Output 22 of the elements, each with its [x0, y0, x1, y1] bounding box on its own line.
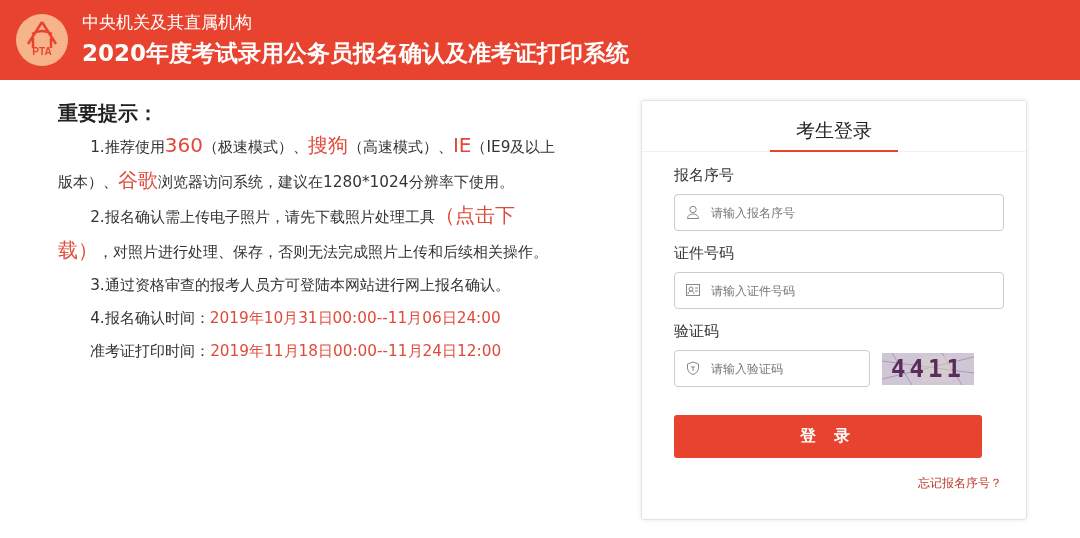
login-title: 考生登录 [770, 118, 898, 152]
field-label: 证件号码 [674, 244, 735, 263]
field-label: 验证码 [674, 322, 720, 341]
input-field[interactable]: 请输入验证码 [674, 350, 870, 387]
header-subtitle: 中央机关及其直属机构 [82, 11, 253, 34]
user-icon [686, 205, 700, 219]
logo: PTA [16, 14, 68, 66]
notice-paragraph: 1.推荐使用360（极速模式）、搜狗（高速模式）、IE（IE9及以上版本）、谷歌浏览器访问系统，建议在1280*1024分辨率下使用。 [58, 132, 557, 194]
notice-paragraph: 准考证打印时间：2019年11月18日00:00--11月24日12:00 [89, 341, 503, 362]
login-button[interactable]: 登 录 [674, 415, 982, 458]
shield-icon [686, 361, 700, 375]
notice-paragraph: 4.报名确认时间：2019年10月31日00:00--11月06日24:00 [89, 308, 502, 329]
notice-heading: 重要提示： [58, 100, 159, 127]
captcha-image[interactable]: 4411 [882, 352, 974, 385]
notice-paragraph: 2.报名确认需上传电子照片，请先下载照片处理工具（点击下载），对照片进行处理、保存，否则无法完成照片上传和后续相关操作。 [58, 202, 549, 264]
forgot-number-link[interactable]: 忘记报名序号？ [918, 475, 1002, 492]
header-title: 2020年度考试录用公务员报名确认及准考证打印系统 [82, 39, 629, 68]
id-card-icon [686, 283, 700, 297]
input-field[interactable]: 请输入报名序号 [674, 194, 1004, 231]
field-label: 报名序号 [674, 166, 735, 185]
input-field[interactable]: 请输入证件号码 [674, 272, 1004, 309]
notice-paragraph: 3.通过资格审查的报考人员方可登陆本网站进行网上报名确认。 [89, 275, 511, 296]
